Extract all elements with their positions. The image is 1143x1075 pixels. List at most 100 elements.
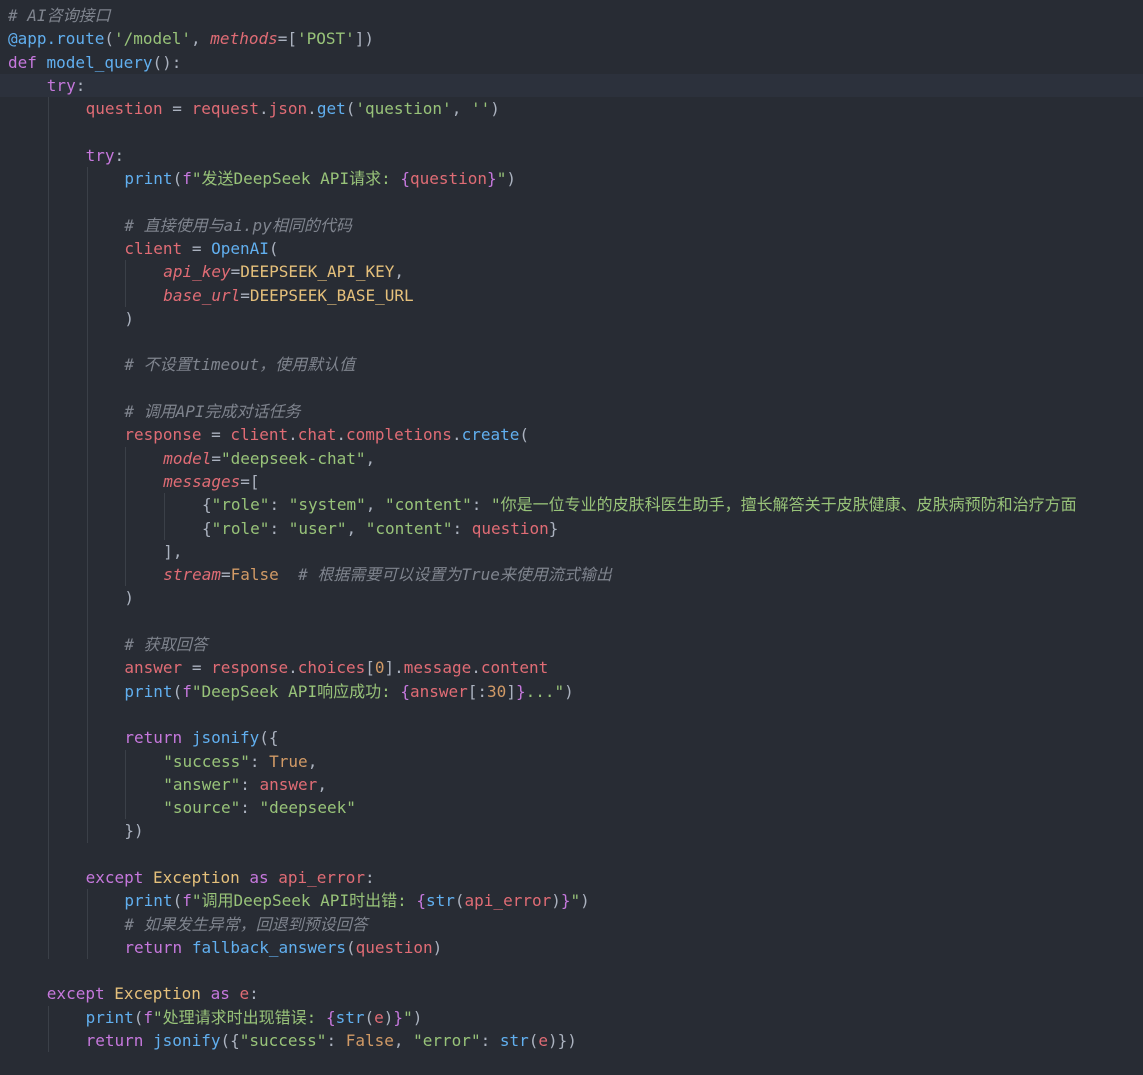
code-line[interactable]: return fallback_answers(question): [8, 935, 1077, 960]
code-token: "发送DeepSeek API请求:: [191, 169, 401, 189]
indent-guide: [47, 120, 49, 144]
code-line[interactable]: return jsonify({"success": False, "error…: [8, 1029, 1077, 1053]
indent-guide: [86, 656, 88, 680]
code-line[interactable]: ],: [8, 539, 1077, 564]
code-line[interactable]: print(f"处理请求时出现错误: {str(e)}"): [8, 1005, 1077, 1030]
code-token: ,: [394, 262, 405, 282]
code-line[interactable]: # AI咨询接口: [8, 4, 1077, 27]
indent-guide: [47, 143, 49, 168]
code-line[interactable]: stream=False # 根据需要可以设置为True来使用流式输出: [8, 563, 1077, 587]
code-token: api_error: [464, 891, 552, 911]
code-line[interactable]: try:: [8, 74, 1077, 97]
code-line[interactable]: "success": True,: [8, 749, 1077, 773]
code-line[interactable]: [8, 702, 1077, 727]
code-token: model: [163, 448, 212, 468]
code-line[interactable]: # 不设置timeout，使用默认值: [8, 353, 1077, 377]
code-token: .: [259, 99, 269, 119]
code-line[interactable]: # 调用API完成对话任务: [8, 400, 1077, 424]
indent-guide: [47, 213, 49, 237]
code-line[interactable]: response = client.chat.completions.creat…: [8, 423, 1077, 447]
code-token: DEEPSEEK_API_KEY: [240, 262, 395, 282]
code-token: question: [355, 937, 433, 957]
code-token: ): [383, 1007, 394, 1027]
code-line[interactable]: def model_query():: [8, 51, 1077, 74]
code-line-content: ): [124, 588, 134, 607]
code-line[interactable]: except Exception as api_error:: [8, 865, 1077, 890]
code-line-content: return fallback_answers(question): [124, 938, 442, 957]
code-token: }: [393, 1007, 404, 1027]
indent-guide: [86, 469, 88, 494]
code-token: json: [268, 99, 308, 119]
code-line[interactable]: @app.route('/model', methods=['POST']): [8, 27, 1077, 50]
code-line[interactable]: "source": "deepseek": [8, 796, 1077, 820]
code-token: "你是一位专业的皮肤科医生助手，擅长解答关于皮肤健康、皮肤病预防和治疗方面: [491, 495, 1077, 515]
code-line[interactable]: [8, 190, 1077, 214]
code-token: )}): [548, 1031, 577, 1051]
code-line[interactable]: answer = response.choices[0].message.con…: [8, 656, 1077, 680]
indent-guide: [125, 796, 127, 820]
code-token: :: [269, 495, 289, 515]
code-line[interactable]: }): [8, 819, 1077, 843]
code-token: print: [124, 169, 173, 189]
code-line[interactable]: # 直接使用与ai.py相同的代码: [8, 213, 1077, 237]
code-line[interactable]: # 获取回答: [8, 633, 1077, 657]
code-token: ): [124, 308, 135, 328]
code-line[interactable]: return jsonify({: [8, 726, 1077, 750]
code-token: except: [46, 984, 115, 1004]
code-token: =: [182, 238, 212, 258]
code-line[interactable]: # 如果发生异常，回退到预设回答: [8, 912, 1077, 936]
code-line[interactable]: "answer": answer,: [8, 772, 1077, 797]
code-line[interactable]: {"role": "system", "content": "你是一位专业的皮肤…: [8, 493, 1077, 517]
code-token: (: [528, 1031, 539, 1051]
code-line[interactable]: try:: [8, 143, 1077, 168]
code-token: {: [325, 1007, 336, 1027]
code-line[interactable]: [8, 120, 1077, 144]
code-line-content: # 如果发生异常，回退到预设回答: [124, 915, 367, 934]
code-line-content: try:: [86, 146, 125, 165]
code-token: return: [124, 937, 192, 957]
code-line[interactable]: {"role": "user", "content": question}: [8, 516, 1077, 540]
code-line[interactable]: print(f"发送DeepSeek API请求: {question}"): [8, 167, 1077, 191]
code-line-content: answer = response.choices[0].message.con…: [124, 658, 548, 677]
code-line[interactable]: [8, 376, 1077, 401]
code-token: }: [548, 518, 559, 538]
code-token: as: [200, 984, 240, 1004]
indent-guide: [125, 749, 127, 773]
code-token: chat: [297, 425, 337, 445]
indent-guide: [86, 400, 88, 424]
indent-guide: [125, 772, 127, 797]
indent-guide: [47, 726, 49, 750]
code-line[interactable]: ): [8, 306, 1077, 331]
code-line[interactable]: model="deepseek-chat",: [8, 446, 1077, 470]
code-line[interactable]: question = request.json.get('question', …: [8, 97, 1077, 121]
code-token: print: [85, 1007, 134, 1027]
code-line[interactable]: messages=[: [8, 469, 1077, 494]
indent-guide: [125, 469, 127, 494]
code-line[interactable]: client = OpenAI(: [8, 236, 1077, 261]
code-token: =: [230, 262, 241, 282]
code-line[interactable]: ): [8, 586, 1077, 610]
code-token: f: [143, 1007, 154, 1027]
code-line[interactable]: base_url=DEEPSEEK_BASE_URL: [8, 283, 1077, 307]
code-line[interactable]: print(f"DeepSeek API响应成功: {answer[:30]}.…: [8, 679, 1077, 703]
code-line-content: "source": "deepseek": [163, 798, 356, 817]
code-token: "role": [211, 495, 270, 515]
code-line[interactable]: [8, 959, 1077, 982]
code-area[interactable]: # AI咨询接口 @app.route('/model', methods=['P…: [8, 4, 1077, 1053]
code-line[interactable]: api_key=DEEPSEEK_API_KEY,: [8, 260, 1077, 284]
code-token: =: [240, 285, 250, 305]
code-token: .: [307, 99, 317, 119]
code-token: :: [364, 867, 375, 887]
code-line[interactable]: [8, 330, 1077, 354]
code-token: {: [202, 495, 212, 515]
code-line[interactable]: print(f"调用DeepSeek API时出错: {str(api_erro…: [8, 889, 1077, 913]
code-token: .: [288, 658, 298, 678]
code-line[interactable]: [8, 609, 1077, 634]
code-line[interactable]: [8, 842, 1077, 866]
code-line-content: client = OpenAI(: [124, 239, 278, 258]
code-token: =: [201, 425, 231, 445]
code-editor[interactable]: # AI咨询接口 @app.route('/model', methods=['P…: [0, 0, 1143, 1075]
indent-guide: [47, 633, 49, 657]
code-line[interactable]: except Exception as e:: [8, 982, 1077, 1005]
indent-guide: [125, 493, 127, 517]
